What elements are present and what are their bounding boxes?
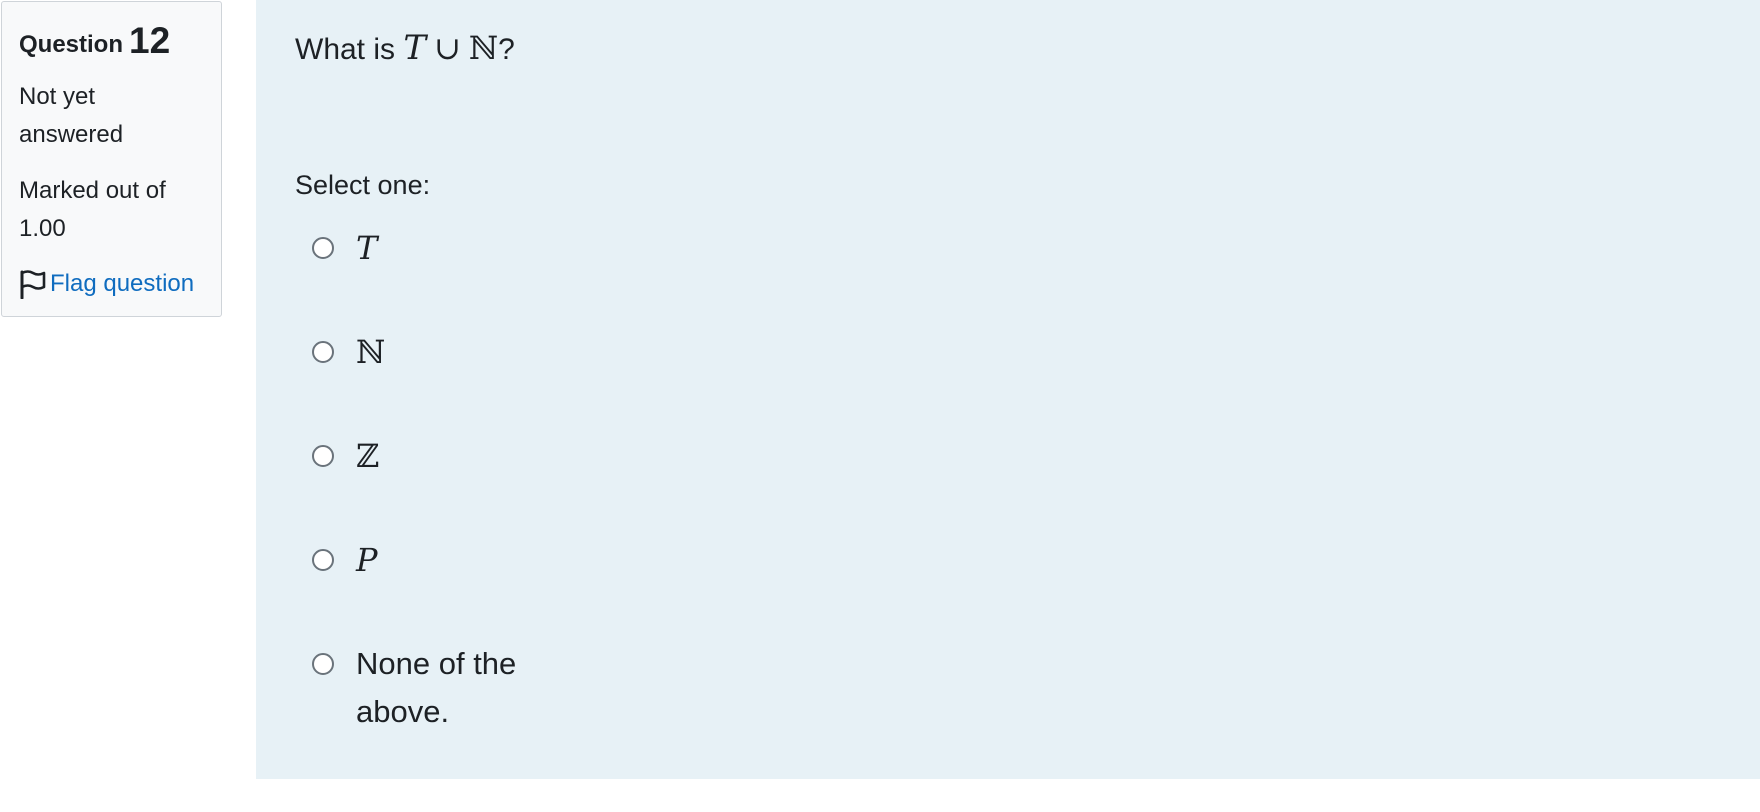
radio-button[interactable] — [312, 653, 334, 675]
radio-button[interactable] — [312, 549, 334, 571]
question-set-a: T — [403, 28, 427, 68]
answer-option-t[interactable]: T — [312, 221, 556, 275]
answer-option-label: P — [356, 541, 378, 579]
question-word: Question — [19, 31, 124, 58]
flag-question-label: Flag question — [50, 270, 195, 297]
question-state: Not yet answered — [19, 83, 124, 148]
question-content-panel: What is T ∪ ℕ? Select one: T ℕ ℤ P None of… — [256, 0, 1760, 779]
answer-option-p[interactable]: P — [312, 533, 556, 587]
question-text-before: What is — [295, 33, 404, 66]
answer-option-label: T — [356, 229, 378, 267]
flag-question-link[interactable]: Flag question — [19, 265, 204, 303]
question-number: 12 — [129, 20, 171, 61]
answer-option-none[interactable]: None of the above. — [312, 637, 556, 736]
answer-option-integers[interactable]: ℤ — [312, 429, 556, 483]
select-one-prompt: Select one: — [295, 170, 431, 200]
answer-option-naturals[interactable]: ℕ — [312, 325, 556, 379]
radio-button[interactable] — [312, 445, 334, 467]
question-info-panel: Question 12 Not yet answered Marked out o… — [1, 1, 222, 317]
radio-button[interactable] — [312, 341, 334, 363]
question-text: What is T ∪ ℕ? — [295, 22, 515, 76]
question-grade: Marked out of 1.00 — [19, 177, 166, 242]
quiz-page: Question 12 Not yet answered Marked out o… — [0, 0, 1760, 812]
radio-button[interactable] — [312, 237, 334, 259]
answer-option-label: ℤ — [356, 437, 380, 475]
flag-icon — [20, 270, 46, 299]
answer-option-label: ℕ — [356, 333, 386, 371]
union-symbol: ∪ — [434, 29, 461, 67]
question-set-b: ℕ — [468, 29, 499, 67]
question-number-heading: Question 12 — [19, 16, 204, 66]
answer-option-label: None of the above. — [356, 646, 517, 729]
question-text-after: ? — [498, 33, 515, 66]
